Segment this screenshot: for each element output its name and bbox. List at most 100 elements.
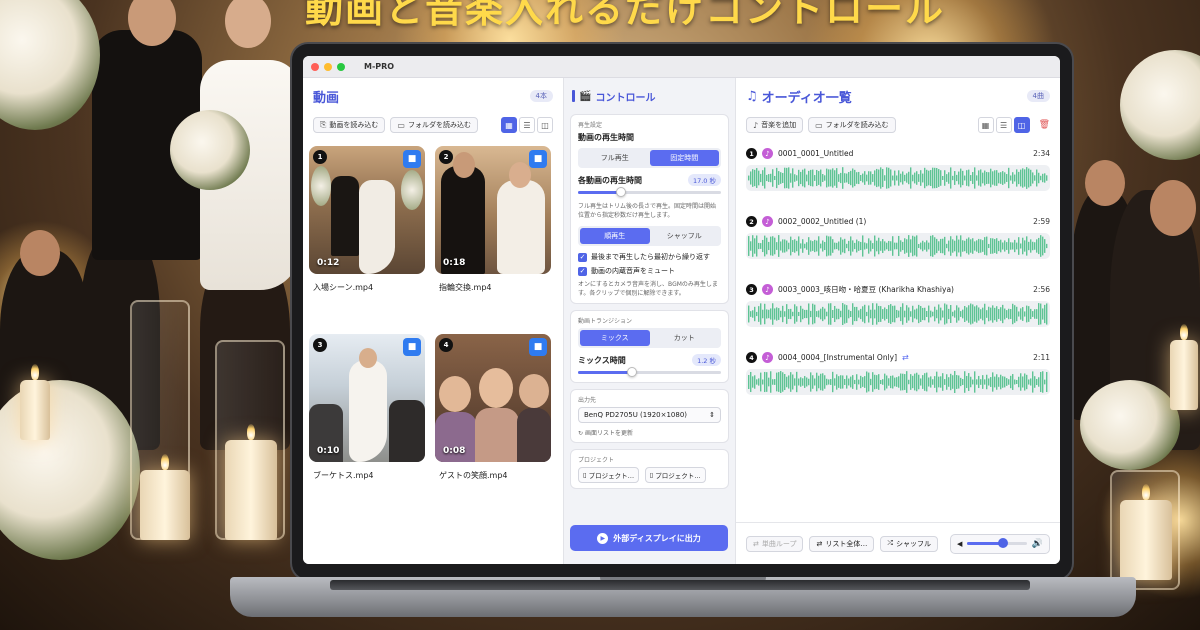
waveform-bar [750, 371, 752, 393]
waveform-bar [1002, 376, 1004, 388]
minimize-window-button[interactable] [324, 62, 332, 71]
shuffle-option[interactable]: シャッフル [650, 228, 720, 244]
video-thumbnail[interactable]: 3 ■ 0:10 [309, 334, 425, 462]
track-waveform[interactable] [746, 233, 1050, 259]
maximize-window-button[interactable] [337, 62, 345, 71]
waveform-bar [986, 236, 988, 256]
project-save-button[interactable]: ▯ プロジェクト… [644, 467, 706, 483]
waveform-bar [972, 379, 974, 385]
waveform-bar [842, 167, 844, 189]
waveform-bar [914, 373, 916, 391]
video-card[interactable]: 2 ■ 0:18 指輪交換.mp4 [435, 146, 551, 324]
waveform-bar [906, 173, 908, 183]
waveform-bar [780, 310, 782, 318]
waveform-bar [808, 237, 810, 255]
track-waveform[interactable] [746, 369, 1050, 395]
trash-icon[interactable]: 🗑 [1039, 120, 1050, 130]
waveform-bar [816, 372, 818, 392]
waveform-bar [938, 169, 940, 187]
waveform-bar [930, 235, 932, 257]
video-card[interactable]: 1 ■ 0:12 入場シーン.mp4 [309, 146, 425, 324]
load-folder-button[interactable]: ▭ フォルダを読み込む [390, 117, 478, 133]
waveform-bar [1002, 304, 1004, 324]
waveform-bar [984, 379, 986, 385]
sequential-option[interactable]: 順再生 [580, 228, 650, 244]
volume-slider[interactable] [967, 538, 1027, 548]
track-waveform[interactable] [746, 301, 1050, 327]
waveform-bar [982, 307, 984, 321]
waveform-bar [994, 170, 996, 186]
track-item[interactable]: 3 ♪ 0003_0003_咳日吻・哈夏豆 (Kharikha Khashiya… [736, 276, 1060, 344]
column-view-icon[interactable]: ◫ [537, 117, 553, 133]
waveform-bar [964, 175, 966, 181]
track-list: 1 ♪ 0001_0001_Untitled 2:34 2 ♪ 0002_000… [736, 140, 1060, 412]
load-video-button[interactable]: ⎘ 動画を読み込む [313, 117, 386, 133]
grid-view-icon[interactable]: ▦ [977, 117, 994, 133]
waveform-bar [840, 237, 842, 255]
mix-slider-knob[interactable] [627, 367, 638, 377]
order-segment: 順再生 シャッフル [578, 226, 721, 246]
waveform-bar [876, 240, 878, 252]
track-item[interactable]: 4 ♪ 0004_0004_[Instrumental Only] ⇄ 2:11 [736, 344, 1060, 412]
waveform-bar [780, 371, 782, 393]
waveform-bar [772, 169, 774, 187]
waveform-bar [808, 303, 810, 325]
list-view-icon[interactable]: ☰ [995, 117, 1012, 133]
waveform-bar [928, 242, 930, 250]
waveform-bar [812, 375, 814, 389]
waveform-bar [1046, 372, 1048, 392]
waveform-bar [992, 238, 994, 254]
video-card[interactable]: 4 ■ 0:08 ゲストの笑顔.mp4 [435, 334, 551, 512]
list-loop-button[interactable]: ⇄ リスト全体… [809, 535, 875, 552]
waveform-bar [858, 241, 860, 251]
cut-option[interactable]: カット [650, 330, 720, 346]
track-item[interactable]: 1 ♪ 0001_0001_Untitled 2:34 [736, 140, 1060, 208]
refresh-screens-link[interactable]: ↻ 画面リストを更新 [578, 428, 721, 437]
duration-slider[interactable] [578, 187, 721, 197]
video-thumbnail[interactable]: 1 ■ 0:12 [309, 146, 425, 274]
mute-checkbox[interactable]: ✓ 動画の内蔵音声をミュート [578, 266, 721, 276]
waveform-bar [874, 374, 876, 390]
waveform-bar [814, 378, 816, 386]
video-thumbnail[interactable]: 4 ■ 0:08 [435, 334, 551, 462]
waveform-bar [874, 235, 876, 257]
waveform-bar [848, 172, 850, 184]
waveform-bar [808, 170, 810, 186]
shuffle-button[interactable]: ⤮ シャッフル [880, 535, 938, 552]
display-select[interactable]: BenQ PD2705U (1920×1080) ⇕ [578, 407, 721, 423]
waveform-bar [846, 305, 848, 323]
add-music-button[interactable]: ♪ 音楽を追加 [746, 117, 804, 133]
waveform-bar [858, 171, 860, 185]
column-view-icon[interactable]: ◫ [1013, 117, 1030, 133]
waveform-bar [914, 172, 916, 184]
video-card[interactable]: 3 ■ 0:10 ブーケトス.mp4 [309, 334, 425, 512]
full-play-option[interactable]: フル再生 [580, 150, 650, 166]
project-open-button[interactable]: ▯ プロジェクト… [578, 467, 640, 483]
track-item[interactable]: 2 ♪ 0002_0002_Untitled (1) 2:59 [736, 208, 1060, 276]
fixed-time-option[interactable]: 固定時間 [649, 150, 719, 166]
single-loop-button[interactable]: ⇄ 単曲ループ [746, 535, 804, 552]
track-waveform[interactable] [746, 165, 1050, 191]
grid-view-icon[interactable]: ▦ [501, 117, 517, 133]
waveform-bar [926, 372, 928, 392]
waveform-bar [766, 174, 768, 182]
mix-time-slider[interactable] [578, 367, 721, 377]
duration-slider-knob[interactable] [615, 187, 626, 197]
waveform-bar [756, 311, 758, 317]
waveform-bar [790, 236, 792, 256]
load-audio-folder-button[interactable]: ▭ フォルダを読み込む [808, 117, 896, 133]
repeat-icon: ⇄ [816, 539, 823, 548]
loop-checkbox[interactable]: ✓ 最後まで再生したら最初から繰り返す [578, 252, 721, 262]
waveform-bar [820, 373, 822, 391]
output-to-display-button[interactable]: ▶ 外部ディスプレイに出力 [570, 525, 728, 551]
volume-control[interactable]: ◀ 🔊 [950, 533, 1050, 554]
waveform-bar [986, 374, 988, 390]
list-view-icon[interactable]: ☰ [519, 117, 535, 133]
close-window-button[interactable] [311, 62, 319, 71]
volume-slider-knob[interactable] [998, 538, 1009, 548]
waveform-bar [946, 304, 948, 324]
waveform-bar [930, 310, 932, 318]
waveform-bar [896, 377, 898, 387]
video-thumbnail[interactable]: 2 ■ 0:18 [435, 146, 551, 274]
mix-option[interactable]: ミックス [580, 330, 650, 346]
